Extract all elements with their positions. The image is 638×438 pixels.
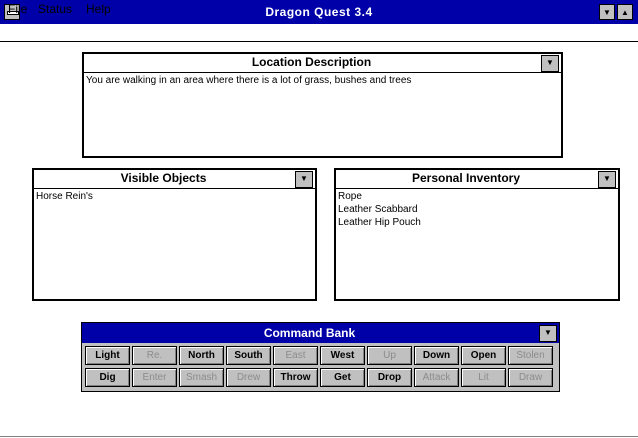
command-button-grid: Light Re. North South East West Up Down … bbox=[84, 345, 554, 388]
command-bank-dropdown-button[interactable]: ▼ bbox=[539, 325, 557, 342]
command-bank-title: Command Bank bbox=[263, 326, 356, 340]
personal-inventory-dropdown-button[interactable]: ▼ bbox=[598, 171, 616, 188]
cmd-smash-button[interactable]: Smash bbox=[179, 368, 224, 387]
menu-status[interactable]: Status bbox=[38, 2, 72, 16]
window-bottom-border bbox=[0, 436, 638, 437]
cmd-down-button[interactable]: Down bbox=[414, 346, 459, 365]
location-description-title: Location Description bbox=[251, 55, 372, 69]
menu-file[interactable]: File bbox=[8, 2, 27, 16]
cmd-attack-button[interactable]: Attack bbox=[414, 368, 459, 387]
cmd-north-button[interactable]: North bbox=[179, 346, 224, 365]
cmd-south-button[interactable]: South bbox=[226, 346, 271, 365]
cmd-drop-button[interactable]: Drop bbox=[367, 368, 412, 387]
cmd-re-button[interactable]: Re. bbox=[132, 346, 177, 365]
cmd-drew-button[interactable]: Drew bbox=[226, 368, 271, 387]
cmd-west-button[interactable]: West bbox=[320, 346, 365, 365]
menu-help[interactable]: Help bbox=[86, 2, 111, 16]
location-description-text: You are walking in an area where there i… bbox=[86, 75, 412, 86]
visible-objects-header: Visible Objects ▼ bbox=[34, 170, 315, 189]
minimize-button[interactable]: ▼ bbox=[599, 4, 615, 20]
personal-inventory-header: Personal Inventory ▼ bbox=[336, 170, 618, 189]
visible-objects-list: Horse Rein's bbox=[36, 190, 313, 297]
command-bank-panel: Command Bank ▼ Light Re. North South Eas… bbox=[81, 322, 560, 392]
menu-bar bbox=[0, 24, 638, 42]
list-item[interactable]: Leather Scabbard bbox=[338, 203, 616, 216]
cmd-stolen-button[interactable]: Stolen bbox=[508, 346, 553, 365]
location-dropdown-button[interactable]: ▼ bbox=[541, 55, 559, 72]
list-item[interactable]: Leather Hip Pouch bbox=[338, 216, 616, 229]
cmd-east-button[interactable]: East bbox=[273, 346, 318, 365]
cmd-draw-button[interactable]: Draw bbox=[508, 368, 553, 387]
location-description-panel: Location Description ▼ You are walking i… bbox=[82, 52, 563, 158]
cmd-open-button[interactable]: Open bbox=[461, 346, 506, 365]
list-item[interactable]: Rope bbox=[338, 190, 616, 203]
list-item[interactable]: Horse Rein's bbox=[36, 190, 313, 203]
visible-objects-dropdown-button[interactable]: ▼ bbox=[295, 171, 313, 188]
cmd-throw-button[interactable]: Throw bbox=[273, 368, 318, 387]
cmd-enter-button[interactable]: Enter bbox=[132, 368, 177, 387]
command-bank-header: Command Bank ▼ bbox=[82, 323, 559, 343]
cmd-dig-button[interactable]: Dig bbox=[85, 368, 130, 387]
cmd-light-button[interactable]: Light bbox=[85, 346, 130, 365]
visible-objects-title: Visible Objects bbox=[120, 171, 207, 185]
cmd-get-button[interactable]: Get bbox=[320, 368, 365, 387]
location-description-header: Location Description ▼ bbox=[84, 54, 561, 73]
cmd-up-button[interactable]: Up bbox=[367, 346, 412, 365]
visible-objects-panel: Visible Objects ▼ Horse Rein's bbox=[32, 168, 317, 301]
personal-inventory-list: Rope Leather Scabbard Leather Hip Pouch bbox=[338, 190, 616, 297]
personal-inventory-panel: Personal Inventory ▼ Rope Leather Scabba… bbox=[334, 168, 620, 301]
cmd-lit-button[interactable]: Lit bbox=[461, 368, 506, 387]
personal-inventory-title: Personal Inventory bbox=[411, 171, 521, 185]
maximize-button[interactable]: ▲ bbox=[617, 4, 633, 20]
